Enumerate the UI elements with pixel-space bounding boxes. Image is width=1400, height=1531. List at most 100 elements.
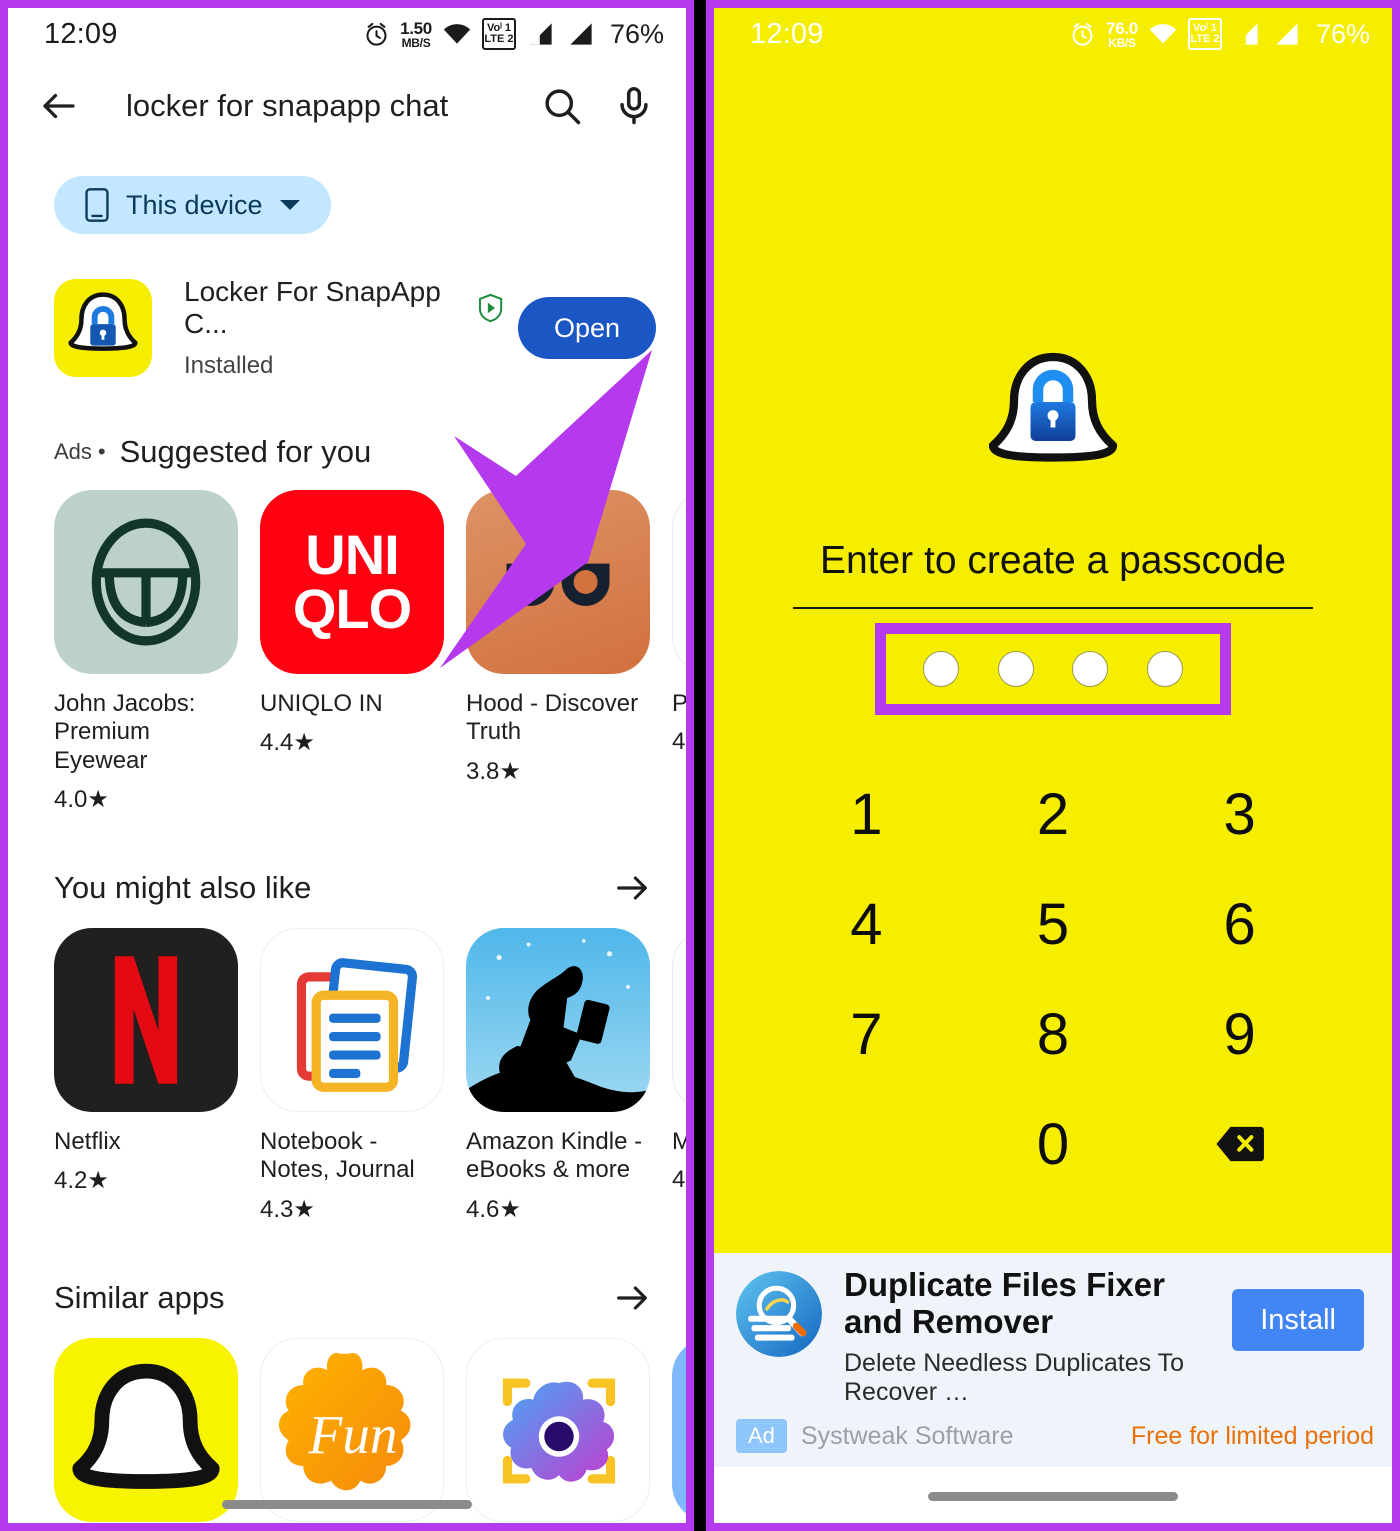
key-5[interactable]: 5 bbox=[960, 869, 1147, 979]
app-name: Netflix bbox=[54, 1127, 121, 1155]
key-2[interactable]: 2 bbox=[960, 759, 1147, 869]
app-rating: 4. bbox=[672, 1166, 686, 1194]
app-rating: 4.0★ bbox=[54, 785, 109, 813]
signal-sim1-icon bbox=[530, 23, 552, 45]
ads-separator: • bbox=[97, 439, 106, 464]
back-arrow-icon[interactable] bbox=[38, 85, 80, 127]
kindle-icon bbox=[466, 927, 650, 1112]
list-item[interactable] bbox=[54, 1337, 238, 1523]
app-rating: 4.3★ bbox=[260, 1195, 315, 1223]
status-time: 12:09 bbox=[750, 17, 824, 50]
list-item[interactable]: Netflix 4.2★ bbox=[54, 927, 238, 1224]
play-store-panel: 12:09 1.50 MB/S Voˡ 1 LTE 2 76% locker f… bbox=[0, 0, 694, 1531]
battery-percent: 76% bbox=[609, 18, 664, 49]
network-speed: 76.0 KB/S bbox=[1106, 18, 1138, 50]
volte-icon: Voˡ 1 LTE 2 bbox=[481, 18, 516, 50]
ad-publisher: Systweak Software bbox=[800, 1421, 1014, 1450]
status-bar: 12:09 1.50 MB/S Voˡ 1 LTE 2 76% bbox=[8, 8, 686, 60]
svg-text:Fun: Fun bbox=[308, 1404, 398, 1465]
search-query-text[interactable]: locker for snapapp chat bbox=[126, 88, 526, 124]
key-9[interactable]: 9 bbox=[1146, 979, 1333, 1089]
notebook-icon bbox=[260, 927, 444, 1112]
suggested-section-header: Ads • Suggested for you bbox=[8, 434, 686, 470]
app-name: Mi… La… bbox=[672, 1128, 686, 1156]
list-item[interactable]: N PW… PO… 4. bbox=[672, 490, 686, 814]
nav-handle bbox=[222, 1500, 472, 1509]
numeric-keypad[interactable]: 1 2 3 4 5 6 7 8 9 0 bbox=[773, 759, 1333, 1199]
list-item[interactable]: UNI QLO UNIQLO IN 4.4★ bbox=[260, 490, 444, 814]
key-0[interactable]: 0 bbox=[960, 1089, 1147, 1199]
list-item[interactable] bbox=[672, 1337, 686, 1523]
app-rating: 4.6★ bbox=[466, 1195, 521, 1223]
fun-icon: Fun bbox=[260, 1337, 444, 1522]
navigation-bar bbox=[714, 1467, 1392, 1523]
similar-heading: Similar apps bbox=[54, 1279, 225, 1315]
nav-handle bbox=[928, 1492, 1178, 1501]
might-like-section-header: You might also like bbox=[8, 868, 686, 908]
passcode-panel: 12:09 76.0 KB/S Voˡ 1 LTE 2 76% Enter to… bbox=[706, 0, 1400, 1531]
alarm-icon bbox=[1072, 22, 1093, 46]
key-4[interactable]: 4 bbox=[773, 869, 960, 979]
list-item[interactable]: Mi… La… 4. bbox=[672, 927, 686, 1224]
backspace-key[interactable] bbox=[1146, 1089, 1333, 1199]
key-8[interactable]: 8 bbox=[960, 979, 1147, 1089]
battery-percent: 76% bbox=[1315, 18, 1370, 49]
duplicate-files-fixer-icon bbox=[736, 1271, 822, 1358]
search-bar[interactable]: locker for snapapp chat bbox=[8, 60, 686, 152]
filter-chip-row: This device bbox=[8, 152, 686, 234]
microphone-icon[interactable] bbox=[612, 84, 656, 128]
similar-apps-row[interactable]: Fun bbox=[8, 1318, 686, 1523]
install-button[interactable]: Install bbox=[1232, 1289, 1364, 1352]
uniqlo-icon: UNI QLO bbox=[260, 490, 444, 674]
key-7[interactable]: 7 bbox=[773, 979, 960, 1089]
app-name: Notebook - Notes, Journal bbox=[260, 1127, 415, 1184]
this-device-chip[interactable]: This device bbox=[54, 176, 331, 234]
app-rating: 3.8★ bbox=[466, 757, 521, 785]
network-speed: 1.50 MB/S bbox=[400, 18, 432, 50]
ad-title: Duplicate Files Fixer and Remover bbox=[844, 1266, 1165, 1341]
passcode-dot bbox=[1146, 651, 1183, 687]
mi-icon bbox=[672, 927, 686, 1112]
signal-sim2-icon bbox=[1276, 23, 1298, 45]
screenshot-stage: 12:09 1.50 MB/S Voˡ 1 LTE 2 76% locker f… bbox=[0, 0, 1400, 1531]
suggested-apps-row[interactable]: John Jacobs: Premium Eyewear 4.0★ UNI QLO… bbox=[8, 470, 686, 814]
this-device-label: This device bbox=[126, 189, 263, 220]
snapchat-ghost-lock-icon bbox=[988, 352, 1118, 462]
ads-label: Ads bbox=[54, 439, 92, 464]
list-item[interactable]: Amazon Kindle - eBooks & more 4.6★ bbox=[466, 927, 650, 1224]
app-name: Amazon Kindle - eBooks & more bbox=[466, 1127, 643, 1184]
netflix-icon bbox=[54, 927, 238, 1112]
installed-app-row[interactable]: Locker For SnapApp C... Installed Open bbox=[8, 234, 686, 380]
list-item[interactable]: Hood - Discover Truth 3.8★ bbox=[466, 490, 650, 814]
arrow-right-icon[interactable] bbox=[612, 868, 652, 908]
search-icon[interactable] bbox=[540, 84, 584, 128]
ad-banner[interactable]: Duplicate Files Fixer and Remover Delete… bbox=[714, 1253, 1392, 1467]
app-rating: 4. bbox=[672, 728, 686, 756]
might-like-heading: You might also like bbox=[54, 869, 312, 905]
key-6[interactable]: 6 bbox=[1146, 869, 1333, 979]
passcode-dots-highlight[interactable] bbox=[875, 623, 1231, 715]
play-protect-shield-icon bbox=[478, 293, 503, 323]
installed-app-status: Installed bbox=[184, 352, 274, 379]
key-3[interactable]: 3 bbox=[1146, 759, 1333, 869]
blue-app-icon bbox=[672, 1337, 686, 1522]
might-like-apps-row[interactable]: Netflix 4.2★ Notebook - Notes, Journal 4… bbox=[8, 908, 686, 1224]
signal-sim1-icon bbox=[1236, 23, 1258, 45]
passcode-dot bbox=[923, 651, 960, 687]
list-item[interactable]: Fun bbox=[260, 1337, 444, 1523]
passcode-title: Enter to create a passcode bbox=[819, 539, 1287, 582]
list-item[interactable]: John Jacobs: Premium Eyewear 4.0★ bbox=[54, 490, 238, 814]
list-item[interactable] bbox=[466, 1337, 650, 1523]
app-rating: 4.2★ bbox=[54, 1167, 109, 1195]
list-item[interactable]: Notebook - Notes, Journal 4.3★ bbox=[260, 927, 444, 1224]
suggested-heading: Suggested for you bbox=[119, 434, 372, 469]
passcode-dot bbox=[1072, 651, 1109, 687]
pw-icon: N bbox=[672, 490, 686, 674]
key-1[interactable]: 1 bbox=[773, 759, 960, 869]
chevron-down-icon bbox=[279, 200, 300, 210]
app-name: UNIQLO IN bbox=[260, 690, 383, 717]
app-name: Hood - Discover Truth bbox=[466, 690, 639, 746]
backspace-icon bbox=[1216, 1126, 1264, 1162]
arrow-right-icon[interactable] bbox=[612, 1278, 652, 1318]
open-button[interactable]: Open bbox=[517, 297, 656, 359]
